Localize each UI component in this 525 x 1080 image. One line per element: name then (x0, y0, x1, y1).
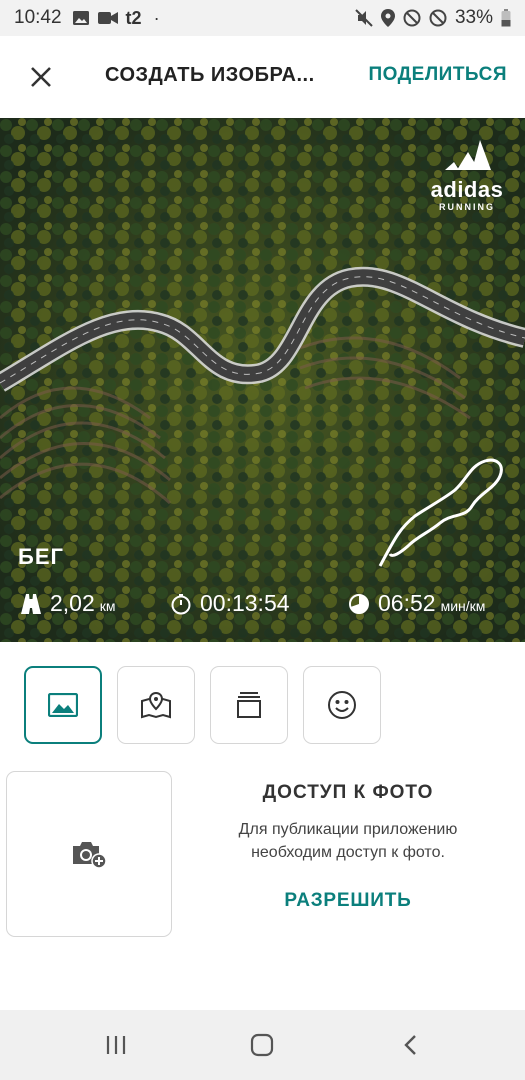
tab-layout[interactable] (210, 666, 288, 744)
duration-value: 00:13:54 (200, 590, 290, 616)
home-icon (250, 1033, 274, 1057)
tab-stickers[interactable] (303, 666, 381, 744)
dot-icon: · (153, 7, 160, 28)
pace-icon (349, 593, 369, 614)
recents-button[interactable] (96, 1028, 136, 1062)
description-line: необходим доступ к фото. (251, 844, 445, 861)
status-bar: 10:42 t2 · 33% (0, 0, 525, 36)
close-icon (31, 67, 51, 87)
layers-icon (237, 692, 261, 718)
brand-subtitle: RUNNING (439, 202, 495, 212)
photo-access-heading: ДОСТУП К ФОТО (262, 782, 434, 803)
tab-background-image[interactable] (24, 666, 102, 744)
block-icon (429, 9, 447, 27)
share-button[interactable]: ПОДЕЛИТЬСЯ (368, 64, 507, 86)
description-line: Для публикации приложению (238, 821, 458, 838)
status-time: 10:42 (14, 7, 62, 28)
duration-stat: 00:13:54 (170, 590, 290, 617)
page-title: СОЗДАТЬ ИЗОБРА... (105, 64, 315, 86)
activity-image-preview: adidas RUNNING БЕГ 2,02 км 00:13:54 06:5… (0, 118, 525, 642)
recents-icon (106, 1036, 126, 1054)
add-photo-button[interactable] (6, 771, 172, 937)
activity-type-label: БЕГ (18, 544, 64, 569)
stopwatch-icon (171, 593, 191, 614)
brand-logo: adidas RUNNING (427, 136, 507, 212)
smiley-icon (328, 691, 356, 719)
status-left-icons: t2 · (72, 8, 160, 29)
top-app-bar: СОЗДАТЬ ИЗОБРА... ПОДЕЛИТЬСЯ (0, 36, 525, 118)
pace-unit: мин/км (440, 598, 486, 614)
brand-name: adidas (430, 177, 504, 202)
adidas-logo-icon (445, 140, 491, 170)
distance-stat: 2,02 км (20, 590, 116, 617)
close-button[interactable] (24, 60, 58, 94)
block-icon (403, 9, 421, 27)
home-button[interactable] (242, 1028, 282, 1062)
back-button[interactable] (390, 1028, 430, 1062)
mute-icon (355, 9, 373, 27)
distance-unit: км (99, 598, 116, 614)
distance-value: 2,02 (50, 590, 95, 616)
road-icon (21, 593, 41, 614)
map-icon (141, 691, 171, 719)
battery-percent: 33% (454, 7, 493, 28)
back-icon (404, 1035, 416, 1055)
activity-stats: 2,02 км 00:13:54 06:52 мин/км (0, 590, 525, 626)
pace-value: 06:52 (378, 590, 436, 616)
system-nav-bar (0, 1010, 525, 1080)
status-right-icons: 33% (355, 0, 511, 36)
pace-stat: 06:52 мин/км (348, 590, 485, 617)
image-icon (72, 11, 89, 25)
tab-map[interactable] (117, 666, 195, 744)
location-icon (380, 9, 395, 27)
battery-icon (501, 9, 511, 27)
carrier-label: t2 (125, 7, 142, 28)
video-icon (97, 12, 118, 24)
photo-access-description: Для публикации приложению необходим дост… (200, 818, 496, 864)
image-icon (48, 693, 78, 717)
allow-access-button[interactable]: РАЗРЕШИТЬ (284, 890, 411, 912)
camera-add-icon (73, 842, 107, 868)
photo-access-panel: ДОСТУП К ФОТО Для публикации приложению … (200, 782, 496, 912)
